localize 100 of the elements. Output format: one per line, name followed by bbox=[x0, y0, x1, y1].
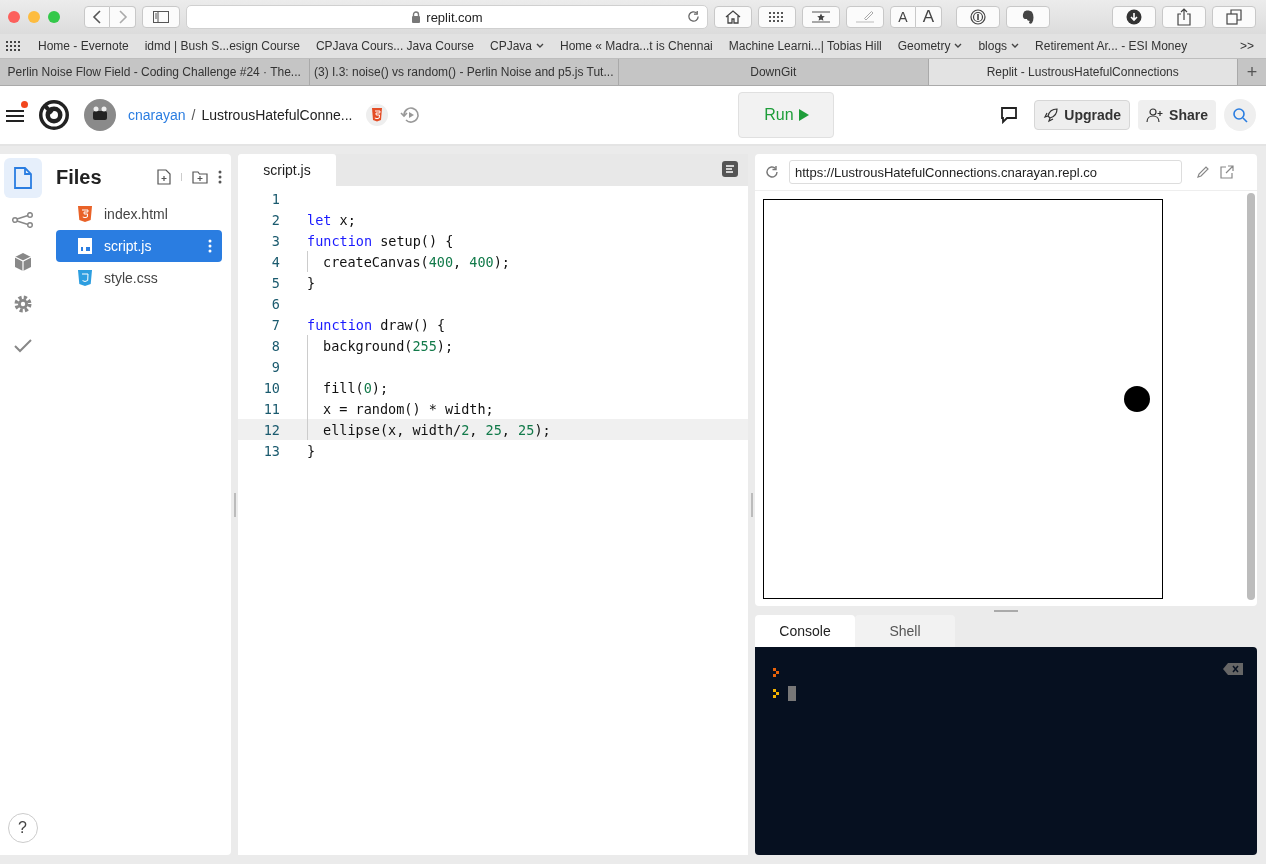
pencil-icon bbox=[856, 11, 874, 23]
path-separator: / bbox=[191, 107, 196, 123]
new-file-icon[interactable] bbox=[157, 169, 171, 185]
bookmark-link[interactable]: Retirement Ar... - ESI Money bbox=[1035, 39, 1188, 53]
file-icon bbox=[12, 167, 33, 189]
branch-icon bbox=[11, 212, 34, 228]
share-button[interactable]: Share bbox=[1138, 100, 1216, 130]
line-number: 3 bbox=[270, 232, 280, 249]
line-number: 7 bbox=[270, 316, 280, 333]
html5-icon[interactable] bbox=[366, 104, 389, 126]
tabs-icon bbox=[1226, 9, 1242, 25]
checkmark-icon bbox=[13, 339, 32, 353]
avatar-icon[interactable] bbox=[84, 99, 116, 131]
browser-tab[interactable]: DownGit bbox=[619, 59, 929, 85]
bookmark-link[interactable]: Machine Learni...| Tobias Hill bbox=[728, 39, 882, 53]
home-button[interactable] bbox=[714, 6, 752, 28]
browser-tab[interactable]: Replit - LustrousHatefulConnections bbox=[928, 59, 1238, 85]
html5-icon bbox=[78, 206, 92, 222]
chevron-down-icon bbox=[536, 43, 544, 49]
lock-icon bbox=[411, 11, 422, 23]
upgrade-button[interactable]: Upgrade bbox=[1034, 100, 1131, 130]
bookmark-folder[interactable]: Geometry bbox=[897, 39, 963, 53]
download-button[interactable] bbox=[1112, 6, 1156, 28]
help-button[interactable]: ? bbox=[7, 813, 38, 843]
text-cursor bbox=[788, 685, 796, 701]
elephant-icon bbox=[1021, 9, 1035, 25]
bookmark-folder[interactable]: blogs bbox=[978, 39, 1020, 53]
code-line: x = random() * width; bbox=[323, 400, 494, 417]
file-item[interactable]: style.css bbox=[56, 262, 222, 294]
elephant-button[interactable] bbox=[1006, 6, 1050, 28]
browser-tab[interactable]: Perlin Noise Flow Field - Coding Challenge #24 · The... bbox=[0, 59, 310, 85]
code-line: function setup() { bbox=[307, 232, 454, 249]
bookmark-link[interactable]: CPJava Cours... Java Course bbox=[315, 39, 474, 53]
address-bar[interactable]: replit.com bbox=[186, 5, 708, 29]
panel-title: Files bbox=[56, 165, 102, 189]
apps-grid-button[interactable] bbox=[758, 6, 796, 28]
grid-icon[interactable] bbox=[6, 41, 20, 51]
password-button[interactable] bbox=[956, 6, 1000, 28]
chevron-left-icon bbox=[92, 10, 102, 24]
code-line: ellipse(x, width/2, 25, 25); bbox=[323, 421, 551, 438]
url-field[interactable]: https://LustrousHatefulConnections.cnarayan.repl.co bbox=[789, 160, 1182, 184]
share-button[interactable] bbox=[1162, 6, 1206, 28]
line-number: 10 bbox=[262, 379, 280, 396]
line-number: 11 bbox=[262, 400, 280, 417]
owner-link[interactable]: cnarayan bbox=[128, 107, 186, 123]
reload-icon[interactable] bbox=[687, 10, 700, 23]
settings-icon bbox=[12, 294, 33, 314]
larger-text-button[interactable]: A bbox=[916, 6, 942, 28]
close-button[interactable] bbox=[8, 11, 20, 23]
menu-icon[interactable] bbox=[5, 107, 25, 123]
console-tab[interactable]: Shell bbox=[855, 615, 955, 647]
line-number: 5 bbox=[270, 274, 280, 291]
bookmark-folder[interactable]: CPJava bbox=[489, 39, 544, 53]
browser-tab[interactable]: (3) I.3: noise() vs random() - Perlin Noise and p5.js Tut... bbox=[309, 59, 619, 85]
bookmark-link[interactable]: idmd | Bush S...esign Course bbox=[144, 39, 300, 53]
code-line: createCanvas(400, 400); bbox=[323, 253, 510, 270]
more-bookmarks-button[interactable]: >> bbox=[1240, 39, 1254, 53]
code-line: } bbox=[307, 274, 316, 291]
line-number: 8 bbox=[270, 337, 280, 354]
chat-icon[interactable] bbox=[1000, 106, 1019, 124]
search-button[interactable] bbox=[1224, 99, 1256, 131]
css3-icon bbox=[78, 270, 92, 286]
more-options-icon[interactable] bbox=[208, 239, 212, 253]
chevron-down-icon bbox=[1011, 43, 1020, 49]
indent-guide bbox=[307, 251, 308, 272]
bookmark-star-button[interactable] bbox=[802, 6, 840, 28]
pencil-icon[interactable] bbox=[1196, 165, 1210, 179]
tabs-button[interactable] bbox=[1212, 6, 1256, 28]
clear-icon[interactable] bbox=[1223, 663, 1243, 675]
line-number: 13 bbox=[262, 442, 280, 459]
code-line: function draw() { bbox=[307, 316, 446, 333]
more-options-icon[interactable] bbox=[218, 170, 222, 184]
line-number: 6 bbox=[270, 295, 280, 312]
file-item[interactable]: script.js bbox=[56, 230, 222, 262]
scrollbar[interactable] bbox=[1247, 193, 1255, 600]
bookmark-link[interactable]: Home - Evernote bbox=[38, 39, 129, 53]
download-icon bbox=[1126, 9, 1142, 25]
sidebar-button[interactable] bbox=[142, 6, 180, 28]
editor-tab[interactable]: script.js bbox=[238, 154, 336, 186]
line-number: 1 bbox=[270, 190, 280, 207]
smaller-text-button[interactable]: A bbox=[890, 6, 916, 28]
open-external-icon[interactable] bbox=[1220, 165, 1234, 179]
repl-name[interactable]: LustrousHatefulConne... bbox=[201, 107, 353, 123]
rocket-icon bbox=[1043, 107, 1060, 123]
star-icon bbox=[812, 11, 830, 23]
console-tab[interactable]: Console bbox=[755, 615, 855, 647]
share-icon bbox=[1177, 8, 1191, 26]
back-button[interactable] bbox=[84, 6, 110, 28]
bookmark-link[interactable]: Home « Madra...t is Chennai bbox=[560, 39, 713, 53]
new-folder-icon[interactable] bbox=[192, 170, 208, 184]
files-tab[interactable] bbox=[3, 158, 42, 198]
format-icon[interactable] bbox=[722, 161, 738, 177]
line-number: 2 bbox=[270, 211, 280, 228]
house-icon bbox=[725, 10, 741, 24]
spiral-logo[interactable] bbox=[38, 99, 70, 131]
code-line: } bbox=[307, 442, 316, 459]
line-number: 9 bbox=[270, 358, 280, 375]
file-item[interactable]: index.html bbox=[56, 198, 222, 230]
code-line: let x; bbox=[307, 211, 356, 228]
reload-icon[interactable] bbox=[765, 165, 779, 179]
